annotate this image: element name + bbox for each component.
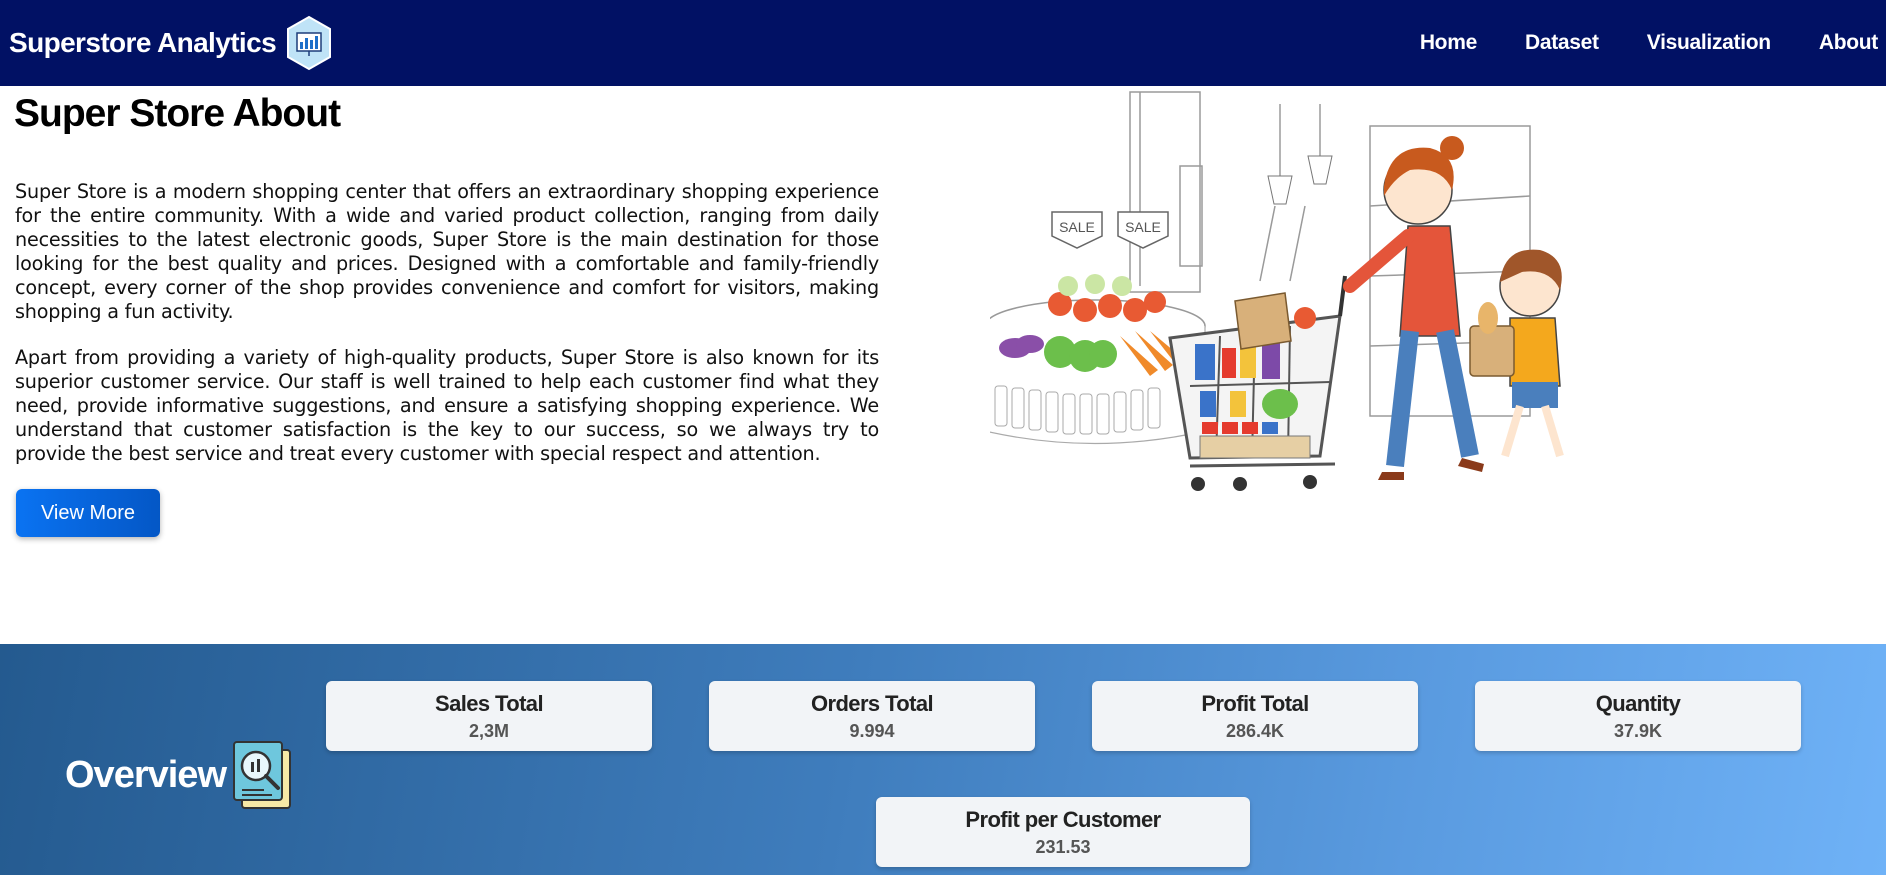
kpi-card-orders-total: Orders Total 9.994: [709, 681, 1035, 751]
about-description: Super Store is a modern shopping center …: [15, 180, 879, 488]
kpi-card-profit-per-customer: Profit per Customer 231.53: [876, 797, 1250, 867]
nav-home[interactable]: Home: [1420, 31, 1477, 55]
nav-about[interactable]: About: [1819, 31, 1878, 55]
report-magnifier-icon: [233, 741, 291, 809]
kpi-card-sales-total: Sales Total 2,3M: [326, 681, 652, 751]
kpi-value: 9.994: [849, 721, 895, 741]
about-paragraph-2: Apart from providing a variety of high-q…: [15, 346, 879, 465]
child-figure: [1469, 249, 1564, 458]
kpi-label: Quantity: [1595, 691, 1681, 716]
kpi-label: Sales Total: [435, 691, 544, 716]
kpi-card-quantity: Quantity 37.9K: [1475, 681, 1801, 751]
shopping-cart: [1168, 275, 1347, 491]
svg-text:SALE: SALE: [1125, 219, 1161, 235]
about-paragraph-1: Super Store is a modern shopping center …: [15, 180, 879, 323]
overview-title: Overview: [65, 754, 227, 796]
kpi-label: Profit per Customer: [965, 807, 1161, 832]
kpi-label: Orders Total: [811, 691, 934, 716]
brand[interactable]: Superstore Analytics: [9, 15, 332, 71]
sale-sign-left: SALE: [1051, 211, 1103, 249]
kpi-label: Profit Total: [1201, 691, 1309, 716]
main-nav: Home Dataset Visualization About: [1420, 31, 1878, 55]
kpi-value: 231.53: [1035, 837, 1091, 857]
view-more-button[interactable]: View More: [16, 489, 160, 537]
navbar: Superstore Analytics Home Dataset Visual…: [0, 0, 1886, 86]
shopping-illustration: SALE SALE: [990, 91, 1564, 491]
sale-sign-right: SALE: [1117, 211, 1169, 249]
brand-title: Superstore Analytics: [9, 27, 277, 58]
analytics-hexagon-icon: [287, 15, 332, 71]
nav-dataset[interactable]: Dataset: [1525, 31, 1599, 55]
kpi-value: 2,3M: [468, 721, 510, 741]
kpi-value: 286.4K: [1225, 721, 1285, 741]
svg-text:SALE: SALE: [1059, 219, 1095, 235]
overview-section: Overview Sales Total 2,3M Orders Total 9…: [0, 644, 1886, 875]
kpi-card-profit-total: Profit Total 286.4K: [1092, 681, 1418, 751]
nav-visualization[interactable]: Visualization: [1647, 31, 1771, 55]
page-title: Super Store About: [14, 92, 341, 135]
kpi-value: 37.9K: [1613, 721, 1663, 741]
